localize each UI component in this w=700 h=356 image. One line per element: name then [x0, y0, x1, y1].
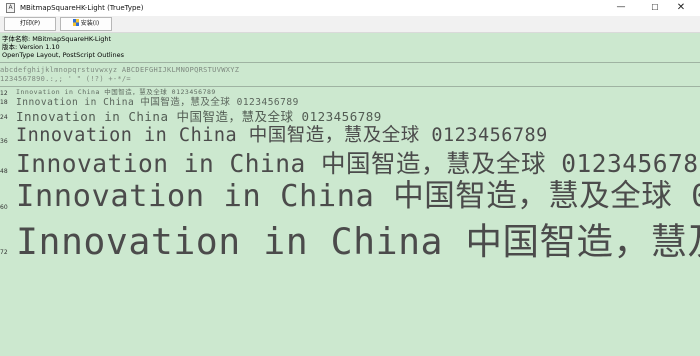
font-version: 版本: Version 1.10: [2, 43, 60, 51]
sample-row-36: 36 Innovation in China 中国智造，慧及全球 0123456…: [0, 124, 700, 148]
print-button[interactable]: 打印(P): [4, 17, 56, 31]
shield-icon: [72, 19, 79, 26]
font-file-icon: A: [6, 3, 15, 13]
sample-text: Innovation in China 中国智造，慧及全球 0123456789: [16, 109, 382, 124]
close-button[interactable]: ✕: [664, 0, 698, 16]
title-bar: A MBitmapSquareHK-Light (TrueType) — ☐ ✕: [0, 0, 700, 16]
sample-row-72: 72 Innovation in China 中国智造，慧及全球 0123456…: [0, 218, 700, 266]
size-label: 60: [0, 204, 8, 211]
divider: [0, 86, 700, 87]
sample-text: Innovation in China 中国智造，慧及全球 0123456789: [16, 125, 548, 146]
size-label: 24: [0, 114, 8, 121]
sample-row-48: 48 Innovation in China 中国智造，慧及全球 0123456…: [0, 147, 700, 180]
size-label: 18: [0, 99, 8, 106]
print-button-label: 打印(P): [19, 20, 41, 27]
charset-letters: abcdefghijklmnopqrstuvwxyz ABCDEFGHIJKLM…: [0, 66, 240, 74]
size-label: 48: [0, 168, 8, 175]
font-name: 字体名称: MBitmapSquareHK-Light: [2, 35, 112, 43]
size-label: 72: [0, 249, 8, 256]
sample-text: Innovation in China 中国智造，慧及全球 0123456789: [16, 220, 700, 263]
sample-text: Innovation in China 中国智造，慧及全球 0123456789: [16, 149, 700, 178]
install-button-label: 安装(I): [80, 20, 100, 27]
window-title: MBitmapSquareHK-Light (TrueType): [20, 4, 144, 12]
install-button[interactable]: 安装(I): [60, 17, 112, 31]
sample-row-24: 24 Innovation in China 中国智造，慧及全球 0123456…: [0, 108, 700, 125]
font-features: OpenType Layout, PostScript Outlines: [2, 51, 125, 59]
minimize-button[interactable]: —: [604, 0, 638, 16]
toolbar: 打印(P) 安装(I): [0, 16, 700, 33]
size-label: 36: [0, 138, 8, 145]
divider: [0, 62, 700, 63]
sample-row-60: 60 Innovation in China 中国智造，慧及全球 0123456…: [0, 177, 700, 217]
sample-text: Innovation in China 中国智造，慧及全球 0123456789: [16, 179, 700, 214]
charset-symbols: 1234567890.:,; ' " (!?) +-*/=: [0, 75, 131, 83]
